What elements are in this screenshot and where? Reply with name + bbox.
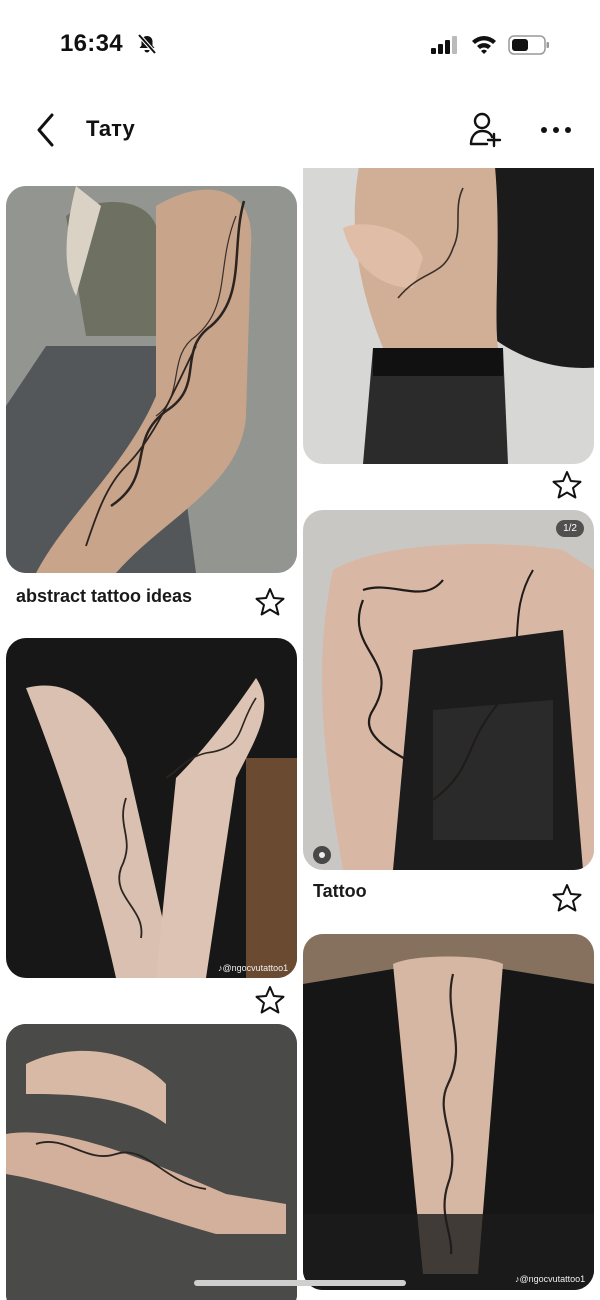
wifi-icon xyxy=(472,36,496,54)
crossed-arms-tattoo-photo xyxy=(6,1024,297,1300)
pin-caption: Tattoo xyxy=(313,881,367,901)
pin-image[interactable] xyxy=(6,1024,297,1300)
shoulder-arm-tattoo-photo xyxy=(303,510,594,870)
side-rib-tattoo-photo xyxy=(303,168,594,464)
cellular-signal-icon xyxy=(431,36,457,54)
status-time: 16:34 xyxy=(60,30,123,57)
pin-image[interactable] xyxy=(6,186,297,573)
status-bar: 16:34 xyxy=(0,0,600,90)
pin-image[interactable] xyxy=(303,168,594,464)
arm-smoke-tattoo-photo xyxy=(6,186,297,573)
pin-grid: abstract tattoo ideas 1/2 Tattoo ♪@ngocv… xyxy=(0,168,600,1300)
source-watermark: ♪@ngocvutattoo1 xyxy=(218,963,289,973)
battery-icon xyxy=(508,35,549,55)
star-icon[interactable] xyxy=(255,587,285,617)
back-chevron-icon[interactable] xyxy=(30,112,62,148)
pin-image[interactable]: 1/2 xyxy=(303,510,594,870)
info-icon[interactable] xyxy=(313,846,331,864)
board-title: Тату xyxy=(86,116,135,141)
image-count-badge: 1/2 xyxy=(556,520,584,537)
pin-image[interactable]: ♪@ngocvutattoo1 xyxy=(303,934,594,1290)
pin-caption: abstract tattoo ideas xyxy=(16,586,193,606)
star-icon[interactable] xyxy=(255,985,285,1015)
star-icon[interactable] xyxy=(552,470,582,500)
home-indicator xyxy=(194,1280,406,1286)
board-header: Тату xyxy=(0,100,600,168)
more-options-icon[interactable] xyxy=(538,118,574,142)
star-icon[interactable] xyxy=(552,883,582,913)
bell-muted-icon xyxy=(137,33,157,55)
pin-image[interactable]: ♪@ngocvutattoo1 xyxy=(6,638,297,978)
source-watermark: ♪@ngocvutattoo1 xyxy=(515,1274,586,1284)
add-collaborator-icon[interactable] xyxy=(467,110,503,150)
back-spine-tattoo-photo xyxy=(303,934,594,1290)
forearms-tattoo-photo xyxy=(6,638,297,978)
